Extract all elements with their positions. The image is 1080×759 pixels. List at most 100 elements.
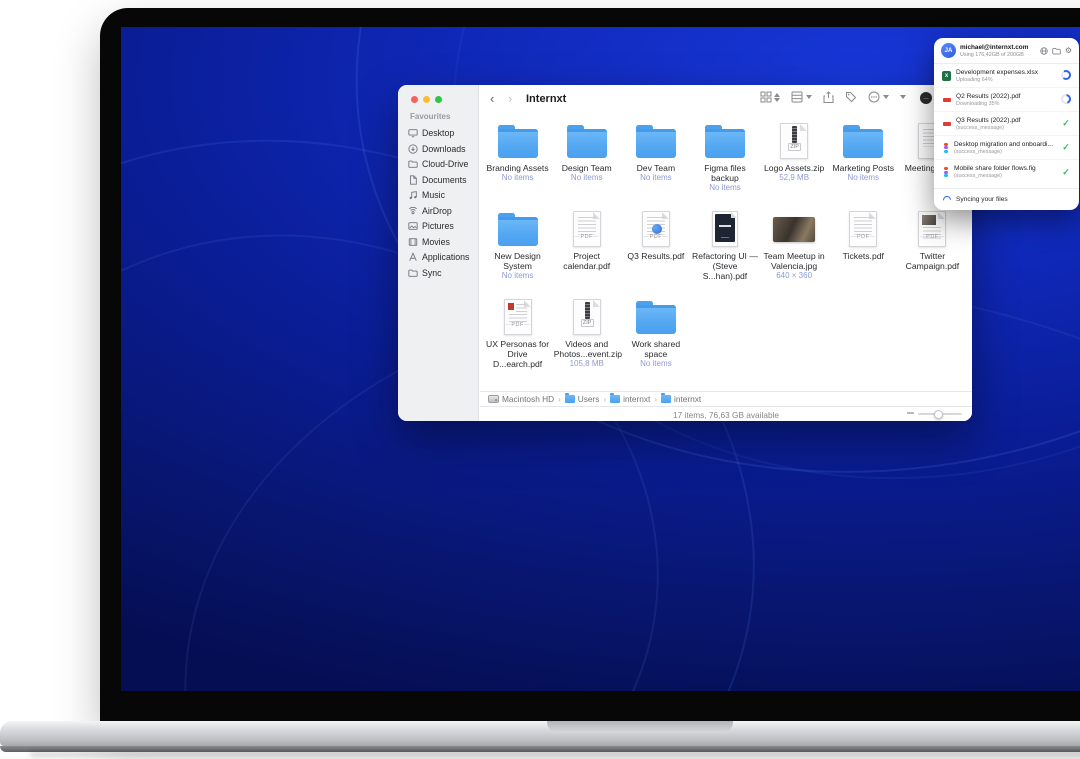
file-item[interactable]: Refactoring UI — (Steve S...han).pdf [690, 203, 759, 291]
folder-icon [843, 129, 883, 158]
file-item[interactable]: PDF Project calendar.pdf [552, 203, 621, 291]
gear-icon[interactable]: ⚙ [1065, 47, 1072, 55]
sidebar-item-documents[interactable]: Documents [408, 173, 467, 187]
share-button[interactable] [823, 91, 834, 103]
figma-file-icon [942, 167, 949, 177]
file-meta: No items [640, 359, 672, 369]
check-icon: ✓ [1061, 167, 1071, 178]
sidebar-item-airdrop[interactable]: AirDrop [408, 204, 452, 218]
progress-ring-icon [1061, 94, 1071, 104]
folder-icon [636, 305, 676, 334]
file-item[interactable]: Work shared space No items [621, 291, 690, 379]
sidebar-item-pictures[interactable]: Pictures [408, 219, 454, 233]
transfer-status: Uploading 64% [956, 77, 1056, 83]
finder-window: Favourites Desktop Downloads Cloud-Drive… [398, 85, 972, 421]
file-item[interactable]: Figma files backup No items [690, 115, 759, 203]
sidebar-item-desktop[interactable]: Desktop [408, 126, 454, 140]
view-grid-button[interactable] [760, 91, 780, 103]
transfer-status: (success_message) [956, 125, 1056, 131]
forward-icon[interactable]: › [508, 91, 512, 106]
breadcrumb-item[interactable]: internxt [661, 394, 701, 404]
toolbar [760, 91, 906, 103]
file-name: Tickets.pdf [843, 251, 884, 261]
sidebar-item-sync[interactable]: Sync [408, 266, 442, 280]
pdf-file-icon: PDF [849, 211, 877, 247]
file-item[interactable]: PDF UX Personas for Drive D...earch.pdf [483, 291, 552, 379]
sidebar-item-movies[interactable]: Movies [408, 235, 450, 249]
group-icon [791, 91, 803, 103]
tags-button[interactable] [845, 91, 857, 103]
file-name: Q3 Results.pdf [627, 251, 684, 261]
sidebar-item-cloud-drive[interactable]: Cloud-Drive [408, 157, 468, 171]
sidebar-section-label: Favourites [410, 112, 450, 121]
pdf-file-icon: PDF [504, 299, 532, 335]
breadcrumb-item[interactable]: Macintosh HD [488, 394, 554, 404]
file-item[interactable]: Marketing Posts No items [829, 115, 898, 203]
transfer-status: Downloading 35% [956, 101, 1056, 107]
share-icon [823, 91, 834, 103]
pdf-file-icon [942, 119, 951, 129]
transfer-row[interactable]: Mobile share folder flows.fig (success_m… [934, 160, 1079, 184]
file-item[interactable]: Design Team No items [552, 115, 621, 203]
folder-icon [565, 395, 575, 403]
chevron-down-icon [883, 95, 889, 99]
file-name: Dev Team [637, 163, 676, 173]
file-item[interactable]: Team Meetup in Valencia.jpg 640 × 360 [760, 203, 829, 291]
sidebar-item-music[interactable]: Music [408, 188, 445, 202]
folder-icon [408, 268, 418, 278]
file-item[interactable]: Dev Team No items [621, 115, 690, 203]
pictures-icon [408, 221, 418, 231]
transfer-row[interactable]: Q3 Results (2022).pdf (success_message) … [934, 112, 1079, 136]
window-title: Internxt [526, 93, 566, 105]
back-icon[interactable]: ‹ [490, 91, 494, 106]
file-item[interactable]: PDF Twitter Campaign.pdf [898, 203, 967, 291]
file-item[interactable]: PDF Q3 Results.pdf [621, 203, 690, 291]
file-item[interactable]: ZIP Videos and Photos...event.zip 105,8 … [552, 291, 621, 379]
sidebar: Favourites Desktop Downloads Cloud-Drive… [398, 85, 479, 421]
file-name: Branding Assets [487, 163, 549, 173]
transfer-name: Q2 Results (2022).pdf [956, 93, 1056, 100]
sidebar-item-downloads[interactable]: Downloads [408, 142, 466, 156]
sidebar-item-applications[interactable]: Applications [408, 250, 469, 264]
file-name: Team Meetup in Valencia.jpg [761, 251, 827, 271]
disk-icon [488, 395, 499, 403]
minimize-button[interactable] [423, 96, 430, 103]
globe-icon[interactable] [1040, 47, 1048, 55]
folder-icon [661, 395, 671, 403]
avatar: JA [941, 43, 956, 58]
file-name: Project calendar.pdf [554, 251, 620, 271]
group-by-button[interactable] [791, 91, 812, 103]
folder-icon [567, 129, 607, 158]
sidebar-item-label: Downloads [422, 144, 466, 154]
close-button[interactable] [411, 96, 418, 103]
macbook-lid-notch [547, 721, 733, 733]
transfer-row[interactable]: Desktop migration and onboardi... (succe… [934, 136, 1079, 160]
file-item[interactable]: PDF Tickets.pdf [829, 203, 898, 291]
actions-button[interactable] [868, 91, 889, 103]
folder-icon[interactable] [1052, 47, 1061, 55]
toolbar-extra-icon[interactable]: … [920, 92, 932, 104]
sidebar-item-label: Movies [422, 237, 450, 247]
sync-spinner-icon [941, 194, 952, 205]
fullscreen-button[interactable] [435, 96, 442, 103]
transfer-row[interactable]: x Development expenses.xlsx Uploading 64… [934, 64, 1079, 88]
file-meta: 52,9 MB [779, 173, 809, 183]
transfer-row[interactable]: Q2 Results (2022).pdf Downloading 35% [934, 88, 1079, 112]
check-icon: ✓ [1061, 118, 1071, 129]
file-meta: No items [640, 173, 672, 183]
toolbar-overflow-chevron-icon[interactable] [900, 95, 906, 99]
icon-size-slider[interactable] [918, 413, 962, 415]
file-meta: No items [502, 271, 534, 281]
file-meta: No items [709, 183, 741, 193]
breadcrumb-item[interactable]: Users [565, 394, 600, 404]
file-name: Figma files backup [692, 163, 758, 183]
file-item[interactable]: Branding Assets No items [483, 115, 552, 203]
file-meta: 105,8 MB [570, 359, 604, 369]
sync-status-footer: Syncing your files [934, 188, 1079, 210]
breadcrumb-item[interactable]: internxt [610, 394, 650, 404]
book-pdf-icon [712, 211, 738, 247]
file-item[interactable]: ZIP Logo Assets.zip 52,9 MB [760, 115, 829, 203]
slider-knob[interactable] [934, 410, 943, 419]
file-meta: 640 × 360 [776, 271, 812, 281]
file-item[interactable]: New Design System No items [483, 203, 552, 291]
